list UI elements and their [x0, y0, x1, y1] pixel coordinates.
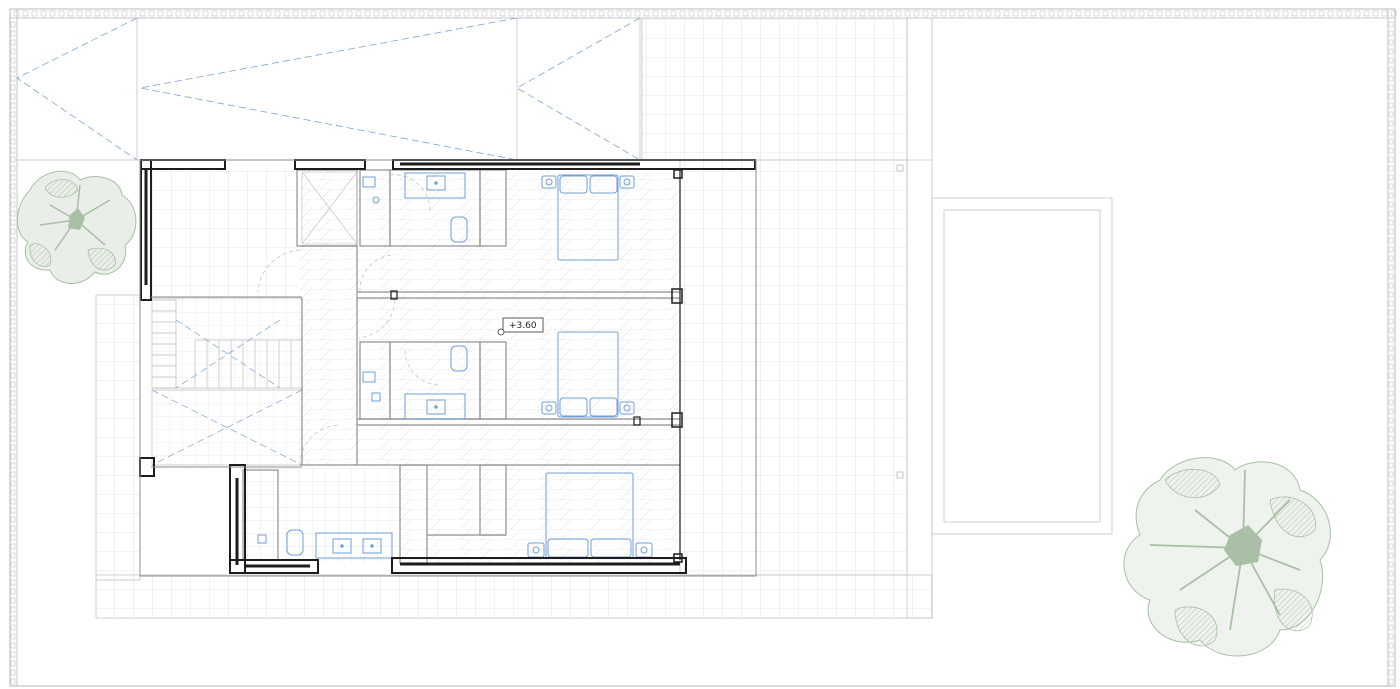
tree-left	[16, 170, 137, 285]
level-label: +3.60	[509, 321, 537, 331]
roof-outline	[16, 17, 641, 161]
tree-right	[1123, 457, 1331, 657]
roof-slope-lines	[16, 17, 641, 161]
pool	[931, 197, 1113, 535]
floor-plan-drawing: +3.60	[9, 8, 1397, 687]
interior-floors	[148, 170, 680, 563]
